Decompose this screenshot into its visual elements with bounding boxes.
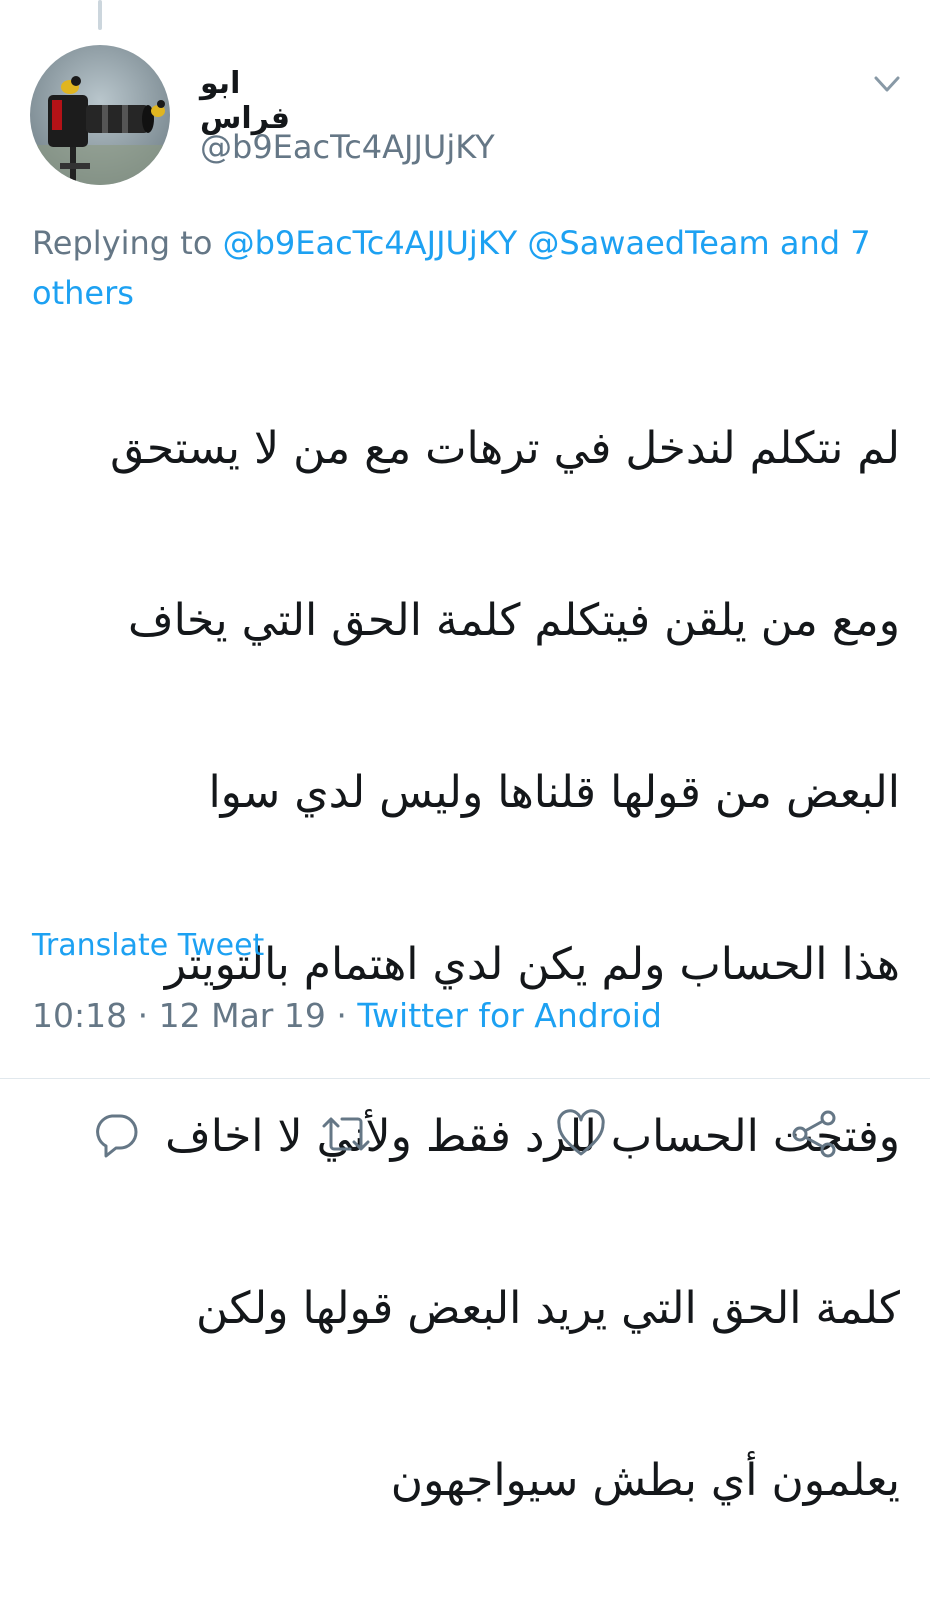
camera-with-birds-avatar-icon xyxy=(30,45,170,185)
retweet-icon[interactable] xyxy=(320,1108,372,1160)
tweet-text-line: كلمة الحق التي يريد البعض قولها ولكن xyxy=(196,1283,900,1334)
avatar[interactable] xyxy=(30,45,170,185)
reply-icon[interactable] xyxy=(90,1108,142,1160)
display-name[interactable]: ابو فراس xyxy=(200,66,340,136)
tweet-text-line: ومع من يلقن فيتكلم كلمة الحق التي يخاف xyxy=(127,595,900,646)
divider xyxy=(0,1078,930,1079)
tweet-text-line: وفتحت الحساب للرد فقط ولأني لا اخاف xyxy=(165,1111,900,1162)
translate-tweet-link[interactable]: Translate Tweet xyxy=(32,928,264,963)
thread-connector-line xyxy=(98,0,102,30)
tweet-text-line: يعلمون أي بطش سيواجهون xyxy=(390,1455,900,1506)
tweet-text-line: لم نتكلم لندخل في ترهات مع من لا يستحق xyxy=(110,423,900,474)
chevron-down-icon[interactable] xyxy=(872,72,902,96)
tweet-time: 10:18 xyxy=(32,996,128,1035)
tweet-text-line: البعض من قولها قلناها وليس لدي سوا xyxy=(208,767,900,818)
tweet-date: 12 Mar 19 xyxy=(158,996,326,1035)
replying-prefix: Replying to xyxy=(32,224,213,262)
heart-icon[interactable] xyxy=(555,1108,607,1160)
meta-separator: · xyxy=(336,996,347,1035)
replying-to: Replying to @b9EacTc4AJJUjKY @SawaedTeam… xyxy=(32,218,902,318)
user-handle[interactable]: @b9EacTc4AJJUjKY xyxy=(200,128,495,166)
tweet-text: لم نتكلم لندخل في ترهات مع من لا يستحق و… xyxy=(30,320,900,1610)
mention-link[interactable]: @SawaedTeam xyxy=(527,224,769,262)
tweet-meta: 10:18 · 12 Mar 19 · Twitter for Android xyxy=(32,996,662,1035)
tweet-source-link[interactable]: Twitter for Android xyxy=(357,996,662,1035)
mention-link[interactable]: @b9EacTc4AJJUjKY xyxy=(223,224,518,262)
meta-separator: · xyxy=(137,996,149,1035)
share-icon[interactable] xyxy=(788,1108,840,1160)
